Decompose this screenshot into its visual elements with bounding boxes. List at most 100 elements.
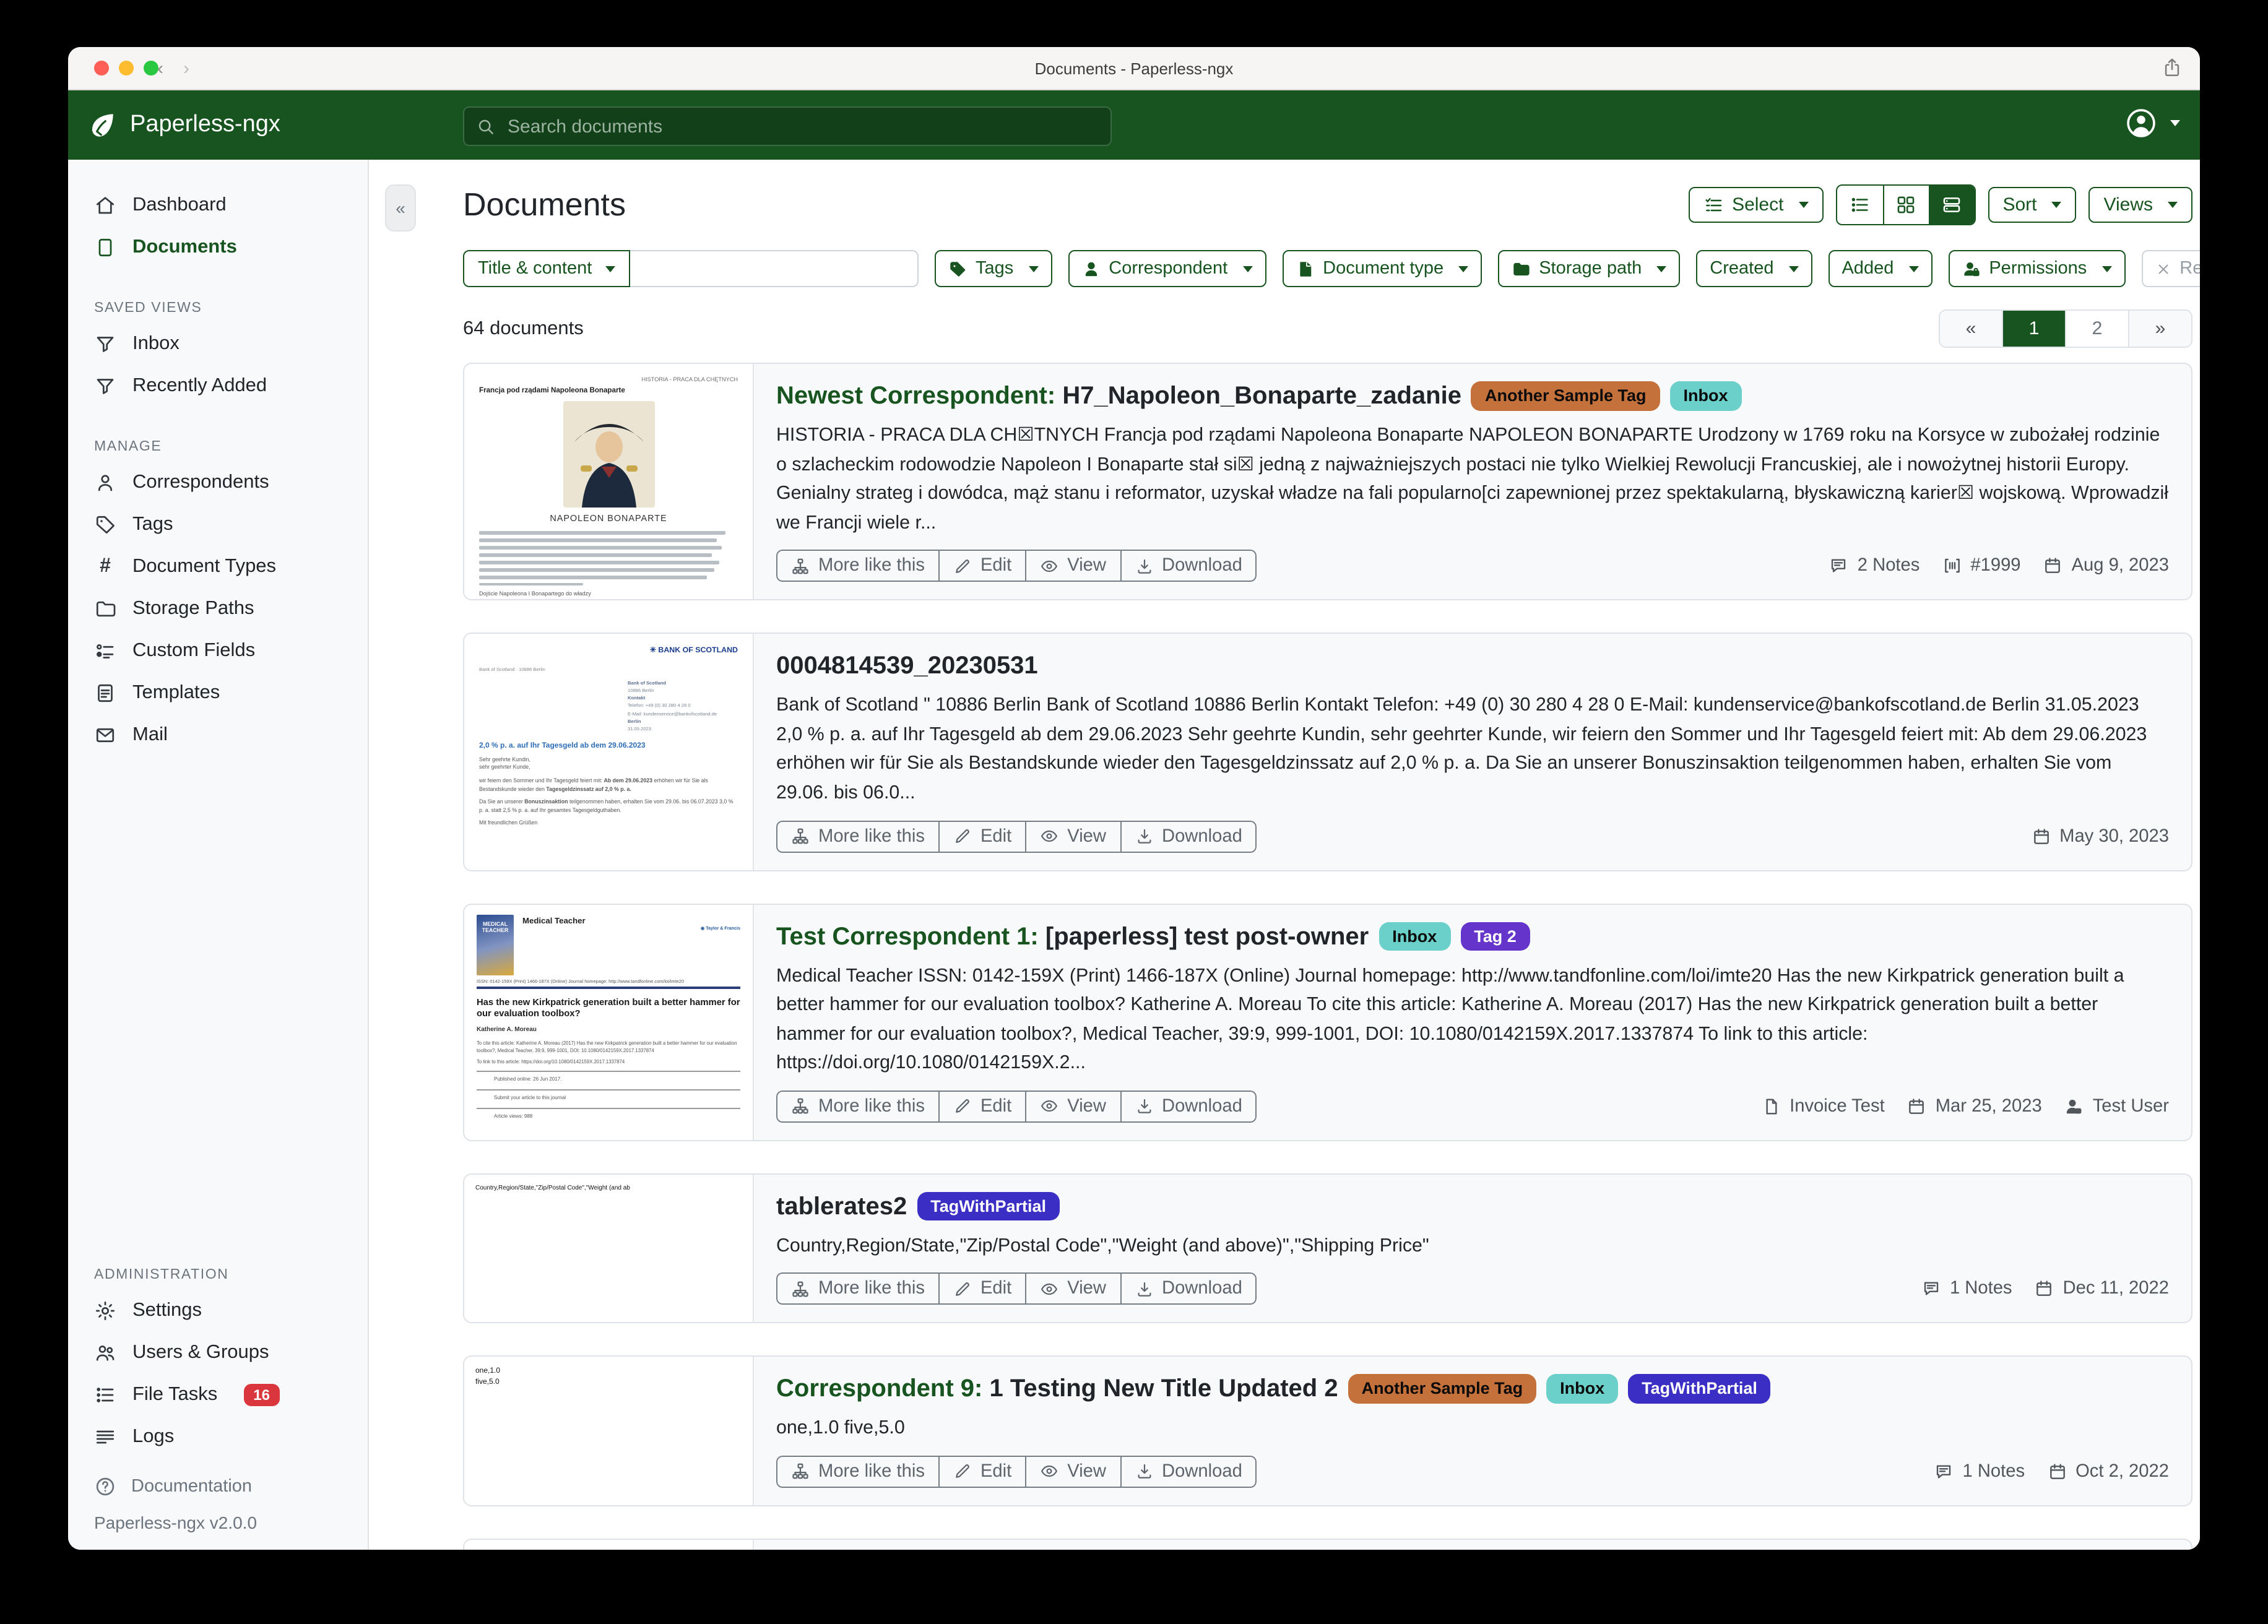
card-title-text[interactable]: tablerates2 (776, 1193, 907, 1220)
card-title-text[interactable]: 1 Testing New Title Updated 2 (990, 1376, 1338, 1403)
sidebar-item-logs[interactable]: Logs (68, 1416, 368, 1458)
minimize-window-button[interactable] (119, 61, 134, 76)
card-title-text[interactable]: 0004814539_20230531 (776, 653, 1038, 680)
forward-icon[interactable]: › (183, 58, 189, 79)
tag-badge[interactable]: Inbox (1670, 381, 1742, 410)
tag-badge[interactable]: Inbox (1546, 1375, 1618, 1404)
thumbnail-area: HISTORIA - PRACA DLA CHĘTNYCHFrancja pod… (464, 364, 754, 600)
download-button[interactable]: Download (1120, 1456, 1257, 1488)
tag-badge[interactable]: TagWithPartial (1628, 1375, 1771, 1404)
document-thumbnail[interactable]: ✳ BANK OF SCOTLAND Bank of Scotland · 10… (464, 634, 753, 870)
sidebar-item-users-groups[interactable]: Users & Groups (68, 1332, 368, 1374)
more-like-this-button[interactable]: More like this (776, 550, 940, 582)
user-menu[interactable] (2124, 106, 2180, 140)
sidebar-item-mail[interactable]: Mail (68, 714, 368, 756)
views-button[interactable]: Views (2089, 187, 2193, 223)
document-thumbnail[interactable]: one,1.0five,5.0 (464, 1357, 753, 1505)
document-thumbnail[interactable]: Serial Number,Company Name,Employee Mark… (464, 1540, 753, 1550)
file-tasks-badge: 16 (243, 1384, 280, 1406)
card-title-text[interactable]: H7_Napoleon_Bonaparte_zadanie (1062, 382, 1461, 410)
card-footer: More like thisEditViewDownload Invoice T… (776, 1091, 2169, 1123)
more-like-this-button[interactable]: More like this (776, 1273, 940, 1305)
global-search[interactable] (463, 106, 1112, 146)
app-brand[interactable]: Paperless-ngx (68, 110, 280, 140)
document-thumbnail[interactable]: HISTORIA - PRACA DLA CHĘTNYCHFrancja pod… (464, 364, 753, 600)
filter-correspondent-button[interactable]: Correspondent (1068, 250, 1266, 287)
filter-document-type-button[interactable]: Document type (1282, 250, 1482, 287)
view-button[interactable]: View (1025, 820, 1121, 852)
filter-text-input[interactable] (630, 250, 919, 287)
tag-badge[interactable]: Inbox (1379, 922, 1450, 951)
view-button[interactable]: View (1025, 1273, 1121, 1305)
download-button[interactable]: Download (1120, 1091, 1257, 1123)
card-body: 0004814539_20230531 Bank of Scotland " 1… (754, 634, 2191, 870)
sort-button[interactable]: Sort (1988, 187, 2076, 223)
more-like-this-button[interactable]: More like this (776, 1091, 940, 1123)
document-thumbnail[interactable]: Country,Region/State,"Zip/Postal Code","… (464, 1175, 753, 1323)
pagination-page-2[interactable]: 2 (2065, 311, 2128, 347)
edit-button[interactable]: Edit (938, 820, 1026, 852)
more-like-this-button[interactable]: More like this (776, 820, 940, 852)
card-actions: More like thisEditViewDownload (776, 1456, 1257, 1488)
tag-badge[interactable]: Another Sample Tag (1348, 1375, 1537, 1404)
edit-button[interactable]: Edit (938, 1091, 1026, 1123)
tag-badge[interactable]: TagWithPartial (917, 1192, 1060, 1221)
documentation-link[interactable]: Documentation (68, 1466, 368, 1508)
download-button[interactable]: Download (1120, 820, 1257, 852)
view-button[interactable]: View (1025, 1091, 1121, 1123)
grid-view-button[interactable] (1882, 186, 1928, 224)
sidebar-item-custom-fields[interactable]: Custom Fields (68, 630, 368, 672)
card-title-text[interactable]: [paperless] test post-owner (1045, 923, 1369, 950)
filter-tags-button[interactable]: Tags (935, 250, 1052, 287)
sidebar-item-documents[interactable]: Documents (68, 227, 368, 269)
cards-view-button[interactable] (1928, 186, 1974, 224)
sidebar-item-document-types[interactable]: #Document Types (68, 546, 368, 588)
card-correspondent[interactable]: Correspondent 9: (776, 1376, 982, 1403)
more-like-this-icon (791, 827, 810, 845)
share-icon[interactable] (2162, 56, 2183, 79)
zoom-window-button[interactable] (144, 61, 158, 76)
document-thumbnail[interactable]: MEDICAL TEACHER Medical Teacher◉ Taylor … (464, 904, 753, 1140)
search-input[interactable] (505, 114, 1098, 138)
pagination-first[interactable]: « (1940, 311, 2002, 347)
card-body: tablerates2TagWithPartial Country,Region… (754, 1175, 2191, 1323)
close-window-button[interactable] (94, 61, 109, 76)
pagination-last[interactable]: » (2128, 311, 2191, 347)
download-button[interactable]: Download (1120, 1273, 1257, 1305)
sidebar-item-dashboard[interactable]: Dashboard (68, 184, 368, 227)
reset-filters-button[interactable]: Reset filters (2141, 250, 2200, 287)
sidebar-item-file-tasks[interactable]: File Tasks16 (68, 1374, 368, 1416)
sidebar-item-tags[interactable]: Tags (68, 504, 368, 546)
sidebar-item-templates[interactable]: Templates (68, 672, 368, 714)
sidebar-item-recently-added[interactable]: Recently Added (68, 365, 368, 407)
view-button[interactable]: View (1025, 1456, 1121, 1488)
filter-created-button[interactable]: Created (1696, 250, 1812, 287)
filter-added-button[interactable]: Added (1828, 250, 1932, 287)
sidebar-item-inbox[interactable]: Inbox (68, 323, 368, 365)
pagination-page-1[interactable]: 1 (2002, 311, 2065, 347)
list-view-button[interactable] (1837, 186, 1882, 224)
back-icon[interactable]: ‹ (157, 58, 163, 79)
card-correspondent[interactable]: Newest Correspondent: (776, 382, 1055, 410)
card-footer: More like thisEditViewDownload 1 NotesOc… (776, 1456, 2169, 1488)
select-label: Select (1732, 194, 1783, 215)
select-button[interactable]: Select (1689, 187, 1823, 223)
card-correspondent[interactable]: Test Correspondent 1: (776, 923, 1039, 950)
sidebar-item-storage-paths[interactable]: Storage Paths (68, 588, 368, 630)
sidebar-collapse-button[interactable]: « (385, 184, 416, 231)
edit-button[interactable]: Edit (938, 1273, 1026, 1305)
sidebar-item-settings[interactable]: Settings (68, 1290, 368, 1332)
tag-badge[interactable]: Another Sample Tag (1471, 381, 1660, 410)
edit-button[interactable]: Edit (938, 1456, 1026, 1488)
filter-permissions-button[interactable]: Permissions (1948, 250, 2125, 287)
download-button[interactable]: Download (1120, 550, 1257, 582)
filter-storage-path-button[interactable]: Storage path (1498, 250, 1680, 287)
chevron-down-icon (2101, 266, 2111, 272)
more-like-this-button[interactable]: More like this (776, 1456, 940, 1488)
edit-button[interactable]: Edit (938, 550, 1026, 582)
tag-badge[interactable]: Tag 2 (1460, 922, 1530, 951)
thumbnail-area: Serial Number,Company Name,Employee Mark… (464, 1540, 754, 1550)
filter-mode-dropdown[interactable]: Title & content (463, 250, 630, 287)
sidebar-item-correspondents[interactable]: Correspondents (68, 462, 368, 504)
view-button[interactable]: View (1025, 550, 1121, 582)
